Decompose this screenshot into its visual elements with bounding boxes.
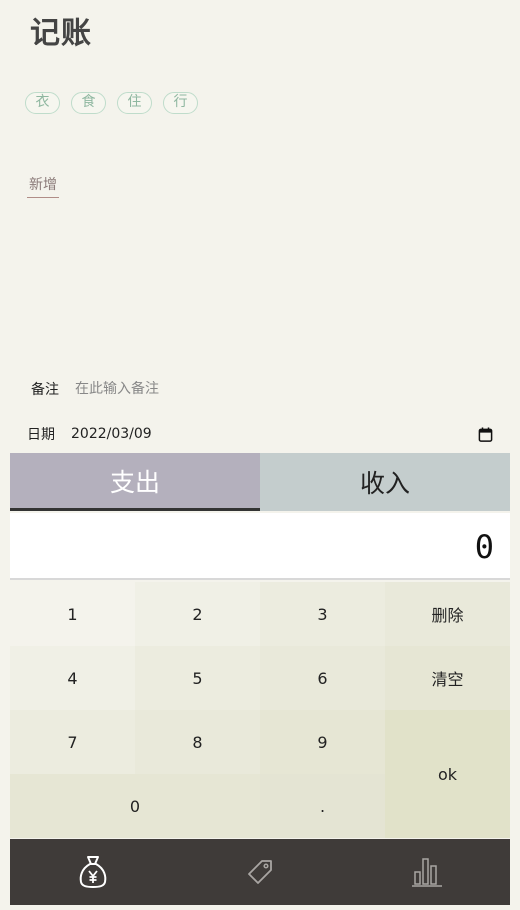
key-2[interactable]: 2 — [135, 582, 260, 646]
add-tag-button[interactable]: 新增 — [27, 174, 59, 198]
note-label: 备注 — [31, 382, 59, 398]
tag-housing[interactable]: 住 — [117, 92, 152, 114]
page-title: 记账 — [30, 16, 92, 51]
key-1[interactable]: 1 — [10, 582, 135, 646]
note-input[interactable] — [75, 381, 375, 397]
calendar-icon[interactable] — [478, 426, 493, 442]
nav-item-money[interactable] — [10, 839, 177, 905]
key-8[interactable]: 8 — [135, 710, 260, 774]
key-6[interactable]: 6 — [260, 646, 385, 710]
tag-food[interactable]: 食 — [71, 92, 106, 114]
ok-button[interactable]: ok — [385, 710, 510, 838]
money-bag-icon — [80, 856, 107, 888]
delete-button[interactable]: 删除 — [385, 582, 510, 646]
tag-transport[interactable]: 行 — [163, 92, 198, 114]
date-row: 日期 2022/03/09 — [27, 424, 493, 444]
tag-icon — [248, 860, 272, 884]
nav-item-stats[interactable] — [343, 839, 510, 905]
key-0[interactable]: 0 — [10, 774, 260, 838]
key-3[interactable]: 3 — [260, 582, 385, 646]
note-row: 备注 — [31, 379, 375, 399]
key-9[interactable]: 9 — [260, 710, 385, 774]
date-label: 日期 — [27, 427, 55, 443]
bottom-nav — [10, 839, 510, 905]
amount-value: 0 — [474, 528, 494, 566]
tag-clothing[interactable]: 衣 — [25, 92, 60, 114]
key-4[interactable]: 4 — [10, 646, 135, 710]
tab-income[interactable]: 收入 — [260, 453, 510, 511]
date-input[interactable]: 2022/03/09 — [71, 426, 478, 442]
clear-button[interactable]: 清空 — [385, 646, 510, 710]
key-dot[interactable]: . — [260, 774, 385, 838]
amount-display: 0 — [10, 513, 510, 580]
tag-list: 衣 食 住 行 — [25, 92, 198, 114]
type-tabs: 支出 收入 — [10, 453, 510, 511]
number-pad: 1 2 3 删除 4 5 6 清空 7 8 9 ok 0 . — [10, 582, 510, 838]
key-7[interactable]: 7 — [10, 710, 135, 774]
chart-icon — [411, 858, 442, 887]
nav-item-tags[interactable] — [177, 839, 344, 905]
key-5[interactable]: 5 — [135, 646, 260, 710]
tab-expense[interactable]: 支出 — [10, 453, 260, 511]
